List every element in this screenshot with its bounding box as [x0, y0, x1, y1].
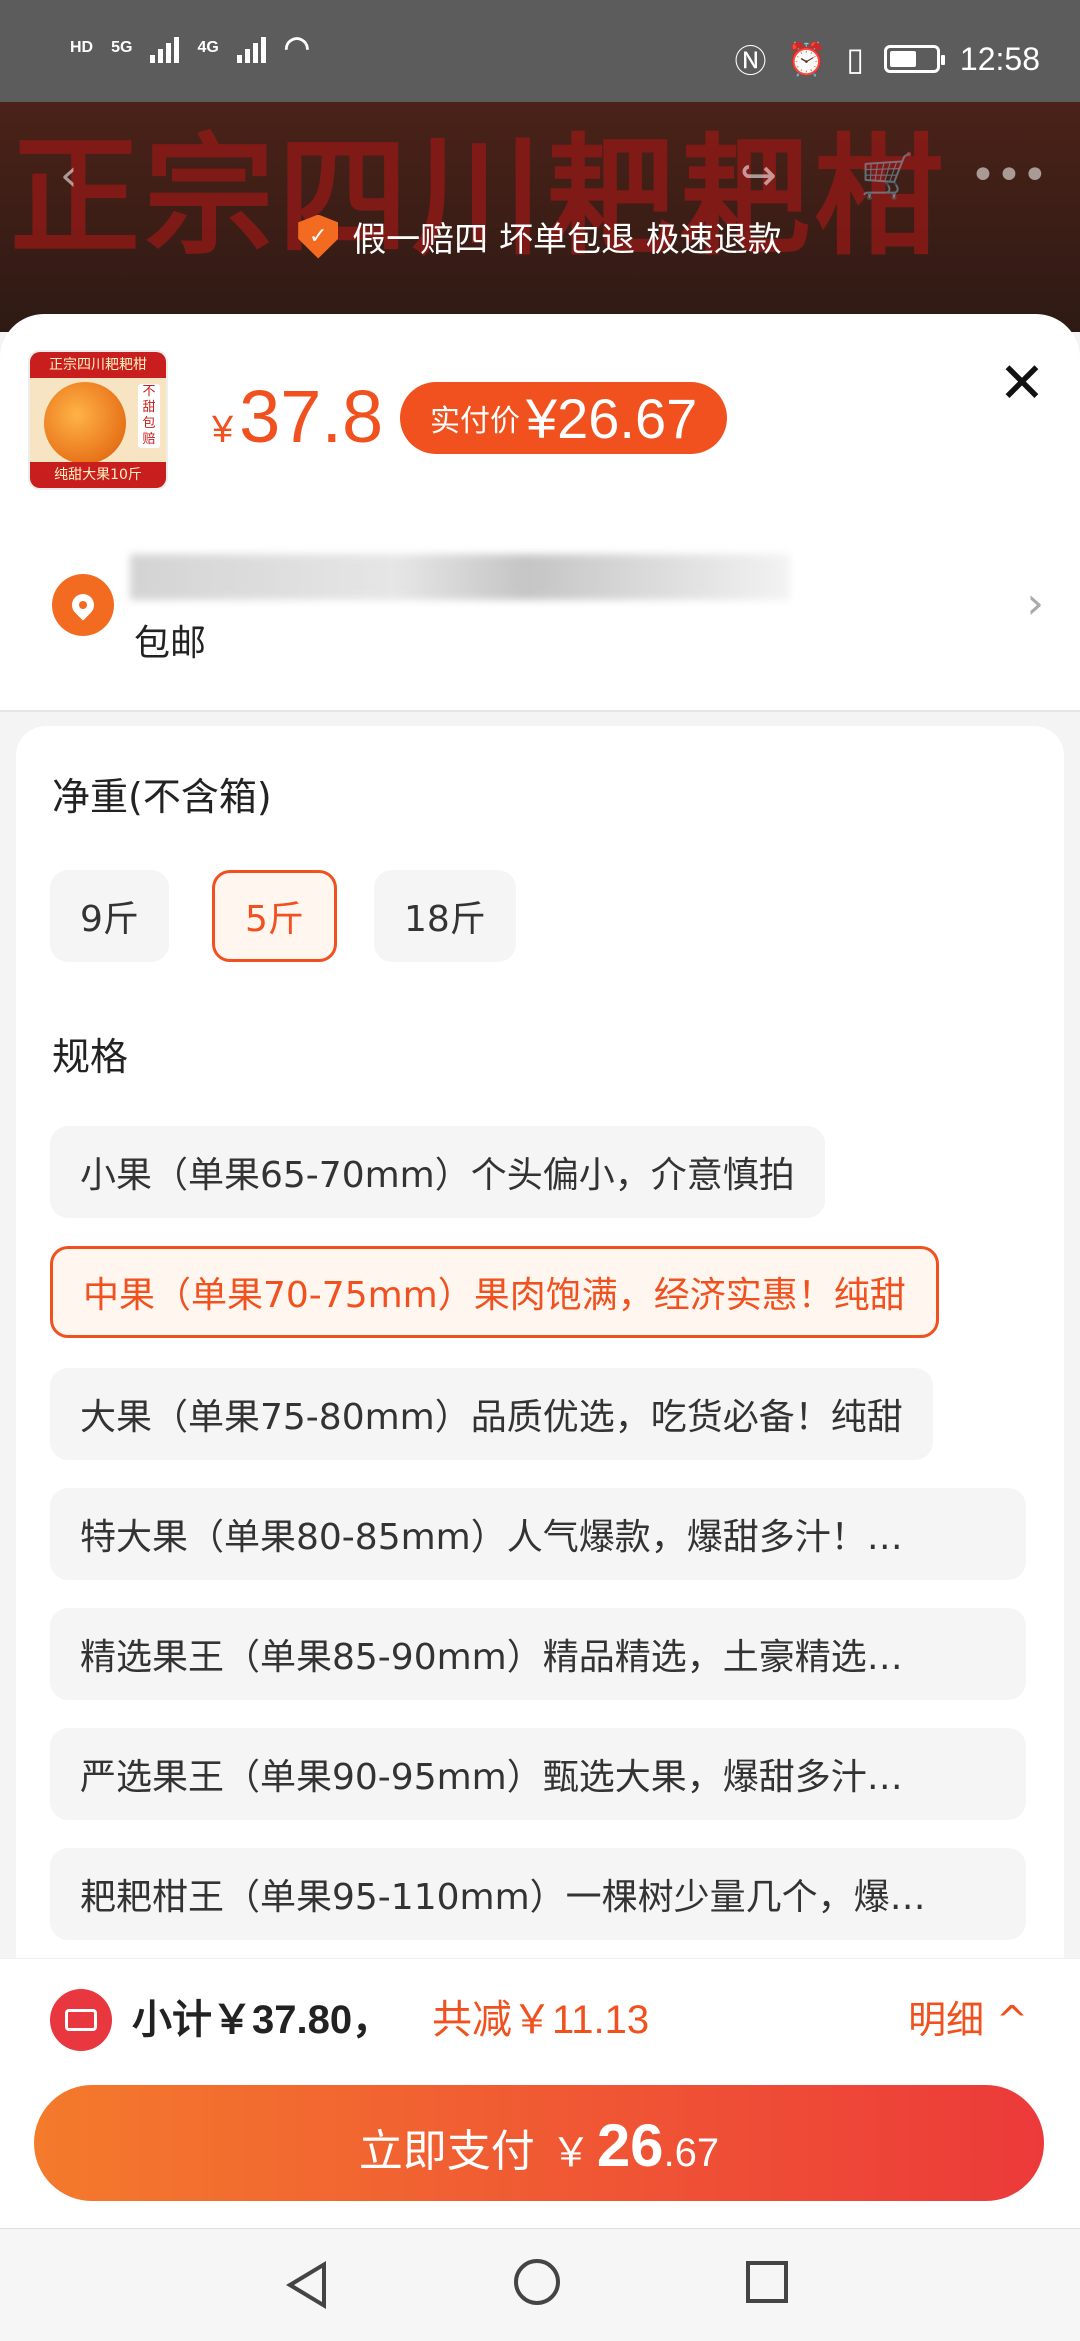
- nav-back-icon[interactable]: [286, 2261, 326, 2309]
- spec-option[interactable]: 耙耙柑王（单果95-110mm）一棵树少量几个，爆…: [50, 1848, 1026, 1940]
- more-icon[interactable]: •••: [970, 150, 1048, 201]
- pay-label: 立即支付: [358, 2126, 535, 2177]
- weight-option-selected[interactable]: 5斤: [212, 870, 337, 962]
- battery-icon: [883, 45, 945, 73]
- status-left: HD 5G 4G ◠: [70, 30, 310, 65]
- weight-title: 净重(不含箱): [52, 775, 272, 819]
- paid-price-value: ¥26.67: [526, 386, 698, 450]
- signal-icon: [150, 33, 180, 63]
- spec-title: 规格: [52, 1035, 129, 1079]
- status-bar: HD 5G 4G ◠ Ⓝ ⏰ ▯ 12:58: [0, 0, 1080, 102]
- nav-home-icon[interactable]: [514, 2259, 560, 2305]
- paid-price-badge: 实付价 ¥26.67: [400, 382, 728, 454]
- cart-icon[interactable]: 🛒: [860, 150, 915, 202]
- thumbnail-side-text: 不甜包赔: [138, 384, 160, 448]
- back-icon[interactable]: ‹: [60, 150, 78, 201]
- weight-option[interactable]: 9斤: [50, 870, 169, 962]
- pay-currency: ￥: [550, 2130, 591, 2176]
- shield-check-icon: ✓: [298, 214, 339, 259]
- subtotal-text: 小计￥37.80，: [132, 1998, 393, 2042]
- list-price: ¥ 37.8: [212, 374, 383, 459]
- spec-option-selected[interactable]: 中果（单果70-75mm）果肉饱满，经济实惠！纯甜: [50, 1246, 939, 1338]
- price-value: 37.8: [239, 375, 384, 458]
- nav-recents-icon[interactable]: [746, 2261, 788, 2303]
- share-icon[interactable]: ↪: [740, 150, 777, 201]
- alarm-icon: ⏰: [786, 41, 827, 77]
- checkout-bar: 小计￥37.80， 共减￥11.13 明细 ^ 立即支付 ￥ 26 .67: [0, 1958, 1080, 2229]
- chevron-right-icon: ›: [1026, 578, 1044, 629]
- spec-option[interactable]: 严选果王（单果90-95mm）甄选大果，爆甜多汁…: [50, 1728, 1026, 1820]
- spec-option[interactable]: 大果（单果75-80mm）品质优选，吃货必备！纯甜: [50, 1368, 933, 1460]
- spec-option[interactable]: 小果（单果65-70mm）个头偏小，介意慎拍: [50, 1126, 825, 1218]
- nfc-icon: Ⓝ: [734, 43, 767, 79]
- 5g-label: 5G: [111, 38, 133, 56]
- hd-label: HD: [70, 38, 94, 56]
- discount-text: 共减￥11.13: [432, 1998, 650, 2042]
- paid-price-label: 实付价: [430, 405, 520, 438]
- location-pin-icon: [52, 574, 114, 636]
- thumbnail-top-text: 正宗四川耙耙柑: [30, 352, 166, 378]
- close-icon[interactable]: ✕: [992, 354, 1052, 414]
- pay-amount-int: 26: [596, 2112, 664, 2179]
- 4g-label: 4G: [197, 38, 219, 56]
- status-right: Ⓝ ⏰ ▯ 12:58: [734, 36, 1040, 82]
- product-banner: 正宗四川耙耙柑 ‹ ↪ 🛒 ••• ✓ 假一赔四 坏单包退 极速退款: [0, 102, 1080, 332]
- wifi-icon: ◠: [283, 31, 310, 64]
- vibrate-icon: ▯: [846, 41, 864, 77]
- guarantee-text: 假一赔四 坏单包退 极速退款: [352, 220, 782, 260]
- shipping-text: 包邮: [134, 623, 207, 664]
- detail-toggle[interactable]: 明细 ^: [908, 1989, 1028, 2051]
- guarantee-bar: ✓ 假一赔四 坏单包退 极速退款: [0, 212, 1080, 261]
- pay-amount-dec: .67: [663, 2131, 720, 2175]
- signal-icon-2: [236, 33, 266, 63]
- spec-option[interactable]: 特大果（单果80-85mm）人气爆款，爆甜多汁！…: [50, 1488, 1026, 1580]
- coupon-icon: [50, 1989, 112, 2051]
- orange-image: [44, 382, 126, 464]
- system-nav-bar: [0, 2228, 1080, 2341]
- spec-option[interactable]: 精选果王（单果85-90mm）精品精选，土豪精选…: [50, 1608, 1026, 1700]
- pay-now-button[interactable]: 立即支付 ￥ 26 .67: [34, 2085, 1044, 2201]
- product-thumbnail[interactable]: 正宗四川耙耙柑 不甜包赔 纯甜大果10斤: [28, 350, 168, 490]
- address-row[interactable]: 包邮 ›: [0, 514, 1080, 684]
- thumbnail-bottom-text: 纯甜大果10斤: [30, 462, 166, 488]
- clock: 12:58: [959, 40, 1040, 77]
- weight-option[interactable]: 18斤: [374, 870, 516, 962]
- address-redacted: [130, 554, 790, 600]
- currency-symbol: ¥: [212, 409, 234, 451]
